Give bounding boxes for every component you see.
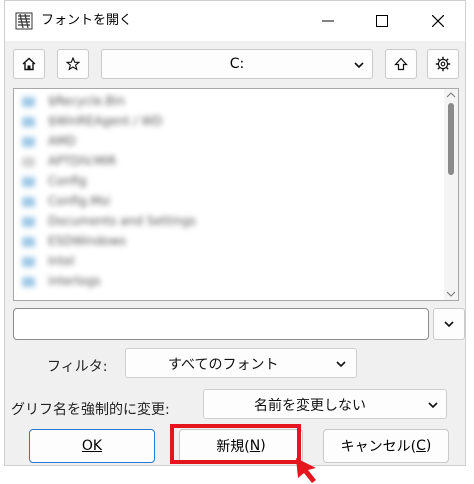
title-bar: フォントを開く — [5, 1, 465, 41]
home-button[interactable] — [13, 49, 45, 79]
folder-icon — [22, 217, 35, 227]
folder-icon — [22, 197, 35, 207]
path-value: C: — [229, 56, 245, 72]
close-icon — [432, 15, 444, 27]
fontforge-app-icon — [15, 12, 33, 30]
cancel-label-prefix: キャンセル( — [340, 439, 417, 455]
folder-icon — [22, 277, 35, 287]
filter-value: すべてのフォント — [168, 357, 279, 373]
file-icon — [22, 157, 35, 167]
chevron-down-icon — [354, 62, 364, 68]
font-open-dialog: フォントを開く C: $Recycle.Bin $WinREAgent / WD… — [4, 0, 466, 466]
rename-glyphs-label: グリフ名を強制的に変更: — [11, 402, 170, 418]
bookmark-button[interactable] — [57, 49, 89, 79]
cancel-button[interactable]: キャンセル(C) — [323, 429, 449, 463]
folder-icon — [22, 177, 35, 187]
scrollbar-thumb[interactable] — [448, 103, 454, 175]
cancel-mnemonic: C — [416, 438, 426, 454]
pointer-arrow-icon — [296, 458, 316, 483]
gear-icon — [435, 56, 451, 72]
rename-glyphs-dropdown[interactable]: 名前を変更しない — [203, 389, 447, 419]
folder-icon — [22, 237, 35, 247]
ok-button[interactable]: OK — [29, 429, 155, 463]
home-icon — [22, 57, 36, 71]
vertical-scrollbar[interactable] — [444, 89, 458, 300]
folder-icon — [22, 97, 35, 107]
ok-label: OK — [81, 438, 103, 454]
file-list[interactable]: $Recycle.Bin $WinREAgent / WD AMD APTDIV… — [13, 88, 459, 301]
filter-dropdown[interactable]: すべてのフォント — [125, 348, 357, 378]
maximize-icon — [376, 15, 388, 27]
folder-icon — [22, 257, 35, 267]
chevron-down-icon — [444, 321, 454, 327]
path-dropdown[interactable]: C: — [101, 49, 373, 79]
folder-icon — [22, 117, 35, 127]
parent-directory-button[interactable] — [385, 49, 417, 79]
up-arrow-icon — [394, 57, 408, 71]
highlight-annotation — [170, 424, 301, 464]
chevron-down-icon — [336, 361, 346, 367]
scroll-down-icon[interactable] — [446, 291, 456, 297]
filter-label: フィルタ: — [47, 359, 108, 375]
filename-input[interactable] — [13, 308, 429, 340]
settings-button[interactable] — [427, 49, 459, 79]
folder-icon — [22, 137, 35, 147]
close-button[interactable] — [415, 1, 461, 41]
star-icon — [66, 57, 80, 71]
chevron-down-icon — [428, 402, 438, 408]
minimize-button[interactable] — [305, 1, 351, 41]
minimize-icon — [322, 20, 334, 22]
rename-glyphs-value: 名前を変更しない — [254, 398, 366, 414]
filename-history-dropdown[interactable] — [433, 308, 465, 340]
scroll-up-icon[interactable] — [446, 92, 456, 98]
maximize-button[interactable] — [359, 1, 405, 41]
window-title: フォントを開く — [41, 13, 133, 28]
